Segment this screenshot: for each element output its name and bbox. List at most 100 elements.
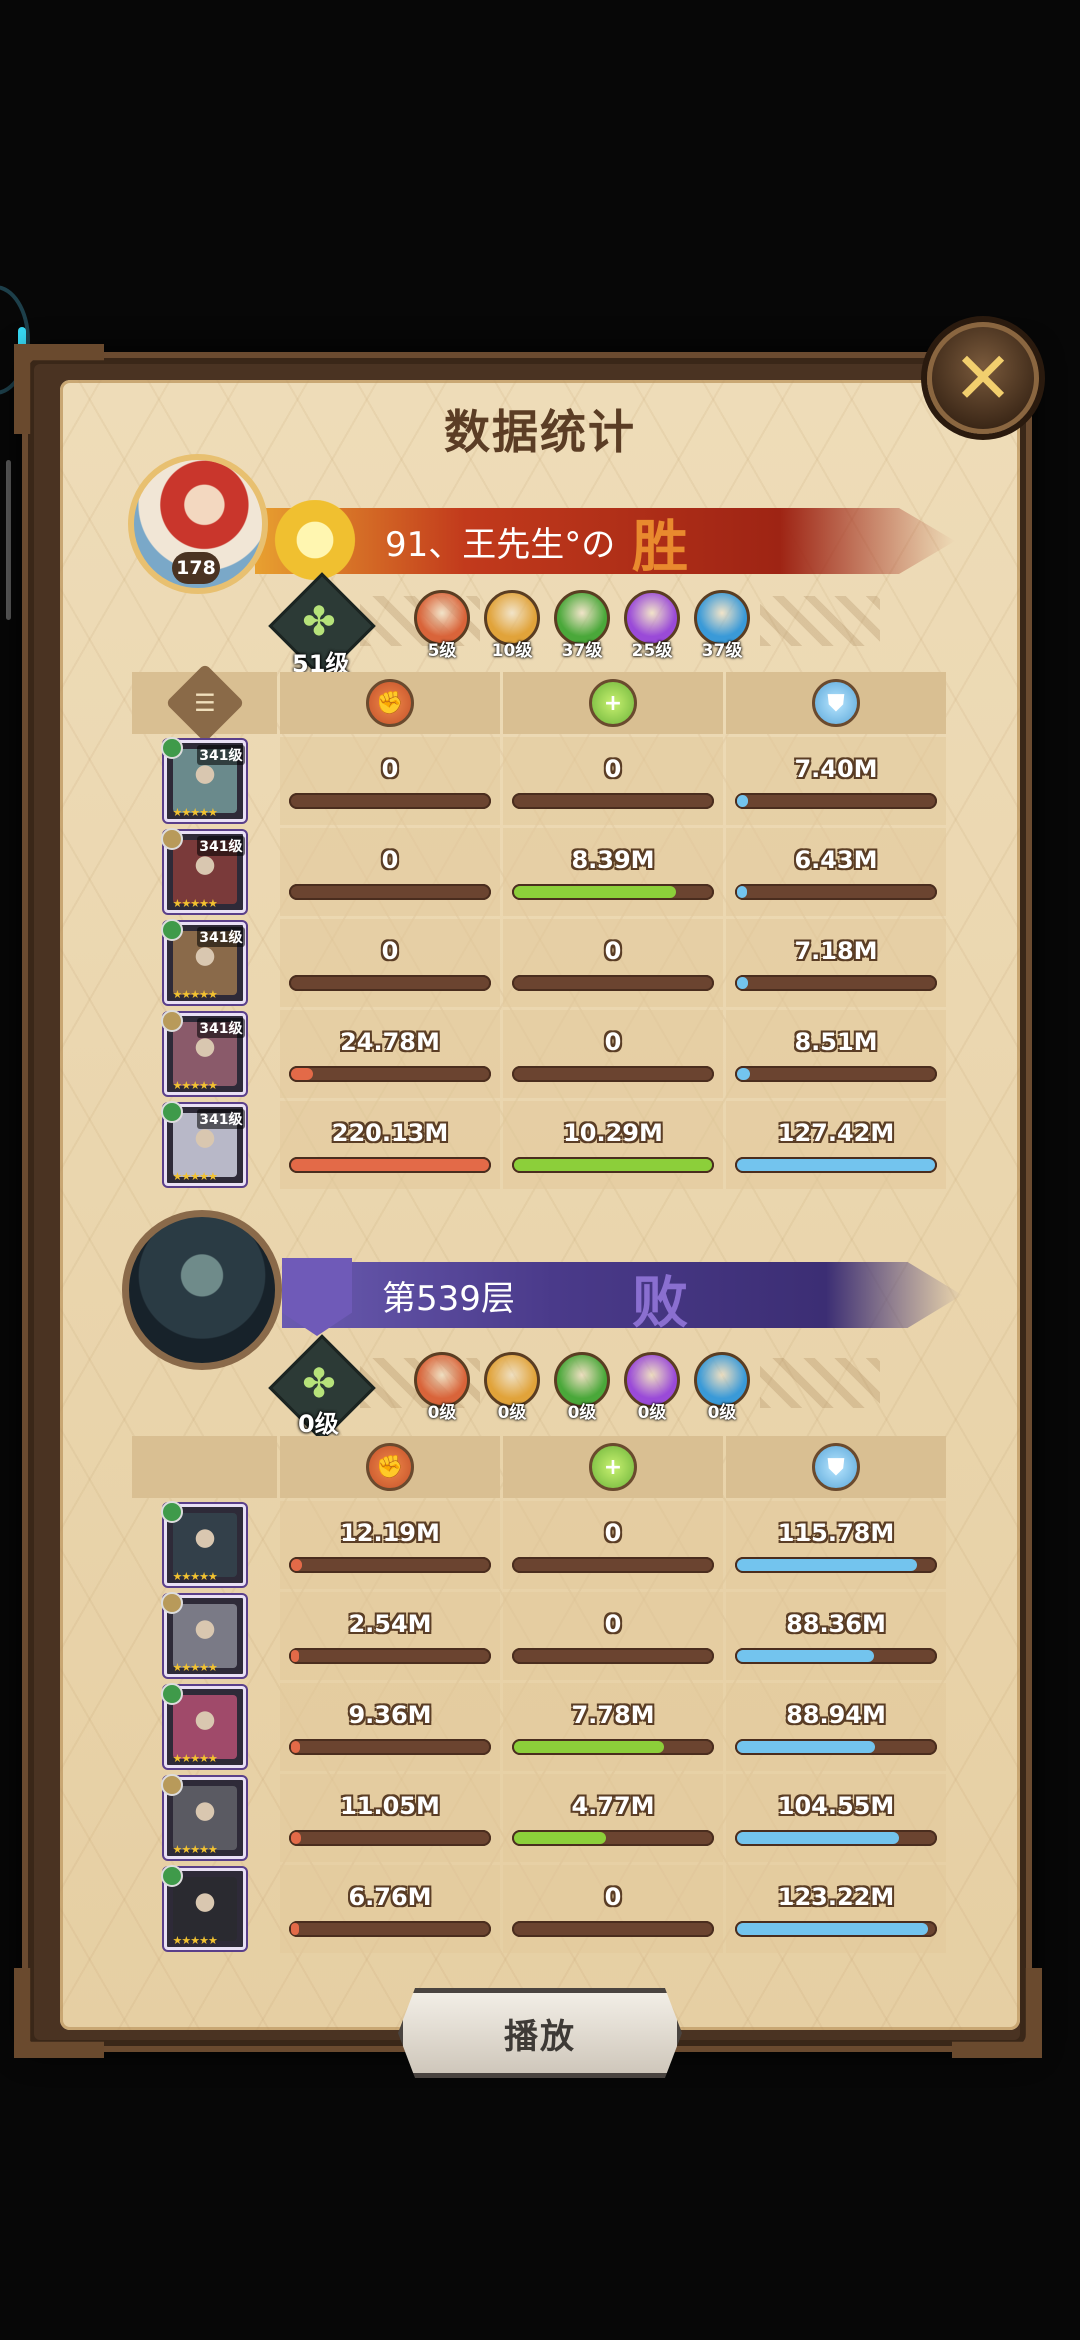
team2-avatar[interactable]: [122, 1210, 282, 1370]
hero-portrait[interactable]: ★★★★★: [160, 1592, 246, 1677]
damage-cell: 6.76M: [280, 1865, 500, 1953]
defense-bar-fill: [737, 1159, 935, 1171]
faction-badge-icon: [160, 1683, 183, 1705]
heal-bar: [512, 793, 714, 809]
team1-stats-table: ☰ ✊ + ⛊ ★★★★★ 341级 0 0 7.40M ★★★★★ 341级 0 8.39M 6…: [132, 663, 948, 1189]
hero-portrait[interactable]: ★★★★★ 341级: [160, 828, 246, 913]
star-rating-icon: ★★★★★: [172, 1170, 218, 1183]
defense-bar-fill: [737, 1068, 750, 1080]
heal-value: 0: [604, 1519, 622, 1547]
hero-portrait[interactable]: ★★★★★: [160, 1774, 246, 1859]
heal-value: 0: [604, 755, 622, 783]
damage-bar: [289, 1157, 491, 1173]
defense-value: 6.43M: [794, 846, 878, 874]
heal-cell: 10.29M: [503, 1101, 723, 1189]
hero-portrait[interactable]: ★★★★★ 341级: [160, 1010, 246, 1095]
tree-icon: ✤: [302, 599, 336, 645]
defense-bar: [735, 1648, 937, 1664]
faction-level: 25级: [631, 641, 673, 661]
heal-bar: [512, 1648, 714, 1664]
hero-portrait[interactable]: ★★★★★ 341级: [160, 919, 246, 1004]
star-rating-icon: ★★★★★: [172, 1934, 218, 1947]
table-row: ★★★★★ 9.36M 7.78M 88.94M: [132, 1683, 948, 1771]
hero-portrait[interactable]: ★★★★★: [160, 1683, 246, 1768]
team2-floor-name: 第539层: [382, 1278, 515, 1319]
damage-icon: ✊: [366, 1443, 414, 1491]
heal-value: 8.39M: [571, 846, 655, 874]
damage-bar: [289, 1830, 491, 1846]
hero-portrait[interactable]: ★★★★★ 341级: [160, 1101, 246, 1186]
faction-level: 5级: [427, 641, 457, 661]
heal-value: 7.78M: [571, 1701, 655, 1729]
table-row: ★★★★★ 341级 0 0 7.40M: [132, 737, 948, 825]
star-rating-icon: ★★★★★: [172, 1661, 218, 1674]
heal-bar: [512, 1157, 714, 1173]
star-rating-icon: ★★★★★: [172, 1570, 218, 1583]
defense-bar: [735, 1066, 937, 1082]
damage-value: 12.19M: [340, 1519, 440, 1547]
defense-bar: [735, 793, 937, 809]
faction-level: 37级: [561, 641, 603, 661]
heal-cell: 7.78M: [503, 1683, 723, 1771]
table-header: ☰ ✊ + ⛊: [132, 663, 948, 743]
hero-portrait[interactable]: ★★★★★: [160, 1865, 246, 1950]
team1-player-level: 178: [172, 552, 220, 584]
heal-value: 0: [604, 937, 622, 965]
defense-value: 104.55M: [777, 1792, 895, 1820]
defense-value: 88.94M: [786, 1701, 886, 1729]
scroll-indicator: [6, 460, 11, 620]
damage-bar: [289, 975, 491, 991]
heal-bar: [512, 1830, 714, 1846]
defense-bar: [735, 1921, 937, 1937]
damage-cell: 11.05M: [280, 1774, 500, 1862]
hero-level: 341级: [197, 745, 245, 765]
faction-badge-icon: [160, 1592, 183, 1614]
damage-bar: [289, 1739, 491, 1755]
heal-cell: 0: [503, 919, 723, 1007]
defense-value: 127.42M: [777, 1119, 895, 1147]
defense-cell: 6.43M: [726, 828, 946, 916]
page-title: 数据统计: [444, 405, 636, 459]
defense-bar-fill: [737, 795, 748, 807]
faction-badge-icon: [160, 1865, 183, 1887]
heal-icon: +: [589, 679, 637, 727]
defense-value: 123.22M: [777, 1883, 895, 1911]
defense-bar: [735, 1830, 937, 1846]
damage-cell: 0: [280, 919, 500, 1007]
heal-cell: 4.77M: [503, 1774, 723, 1862]
defense-bar: [735, 1739, 937, 1755]
damage-bar-fill: [291, 1559, 302, 1571]
star-rating-icon: ★★★★★: [172, 1843, 218, 1856]
play-button[interactable]: 播放: [398, 1988, 682, 2078]
star-rating-icon: ★★★★★: [172, 988, 218, 1001]
faction-level: 0级: [427, 1403, 457, 1423]
damage-bar-fill: [291, 1741, 300, 1753]
heal-bar: [512, 1921, 714, 1937]
faction-level: 0级: [707, 1403, 737, 1423]
damage-cell: 0: [280, 828, 500, 916]
hero-level: 341级: [197, 927, 245, 947]
heal-bar: [512, 1066, 714, 1082]
hero-level: 341级: [197, 836, 245, 856]
damage-bar: [289, 1648, 491, 1664]
heal-cell: 0: [503, 1592, 723, 1680]
table-row: ★★★★★ 341级 220.13M 10.29M 127.42M: [132, 1101, 948, 1189]
defense-value: 88.36M: [786, 1610, 886, 1638]
hero-portrait[interactable]: ★★★★★ 341级: [160, 737, 246, 822]
defense-bar-fill: [737, 1559, 917, 1571]
defense-cell: 88.36M: [726, 1592, 946, 1680]
defense-bar-fill: [737, 1741, 875, 1753]
heal-bar-fill: [514, 1832, 606, 1844]
faction-badge-icon: [160, 1101, 183, 1123]
damage-bar: [289, 1921, 491, 1937]
defense-cell: 7.40M: [726, 737, 946, 825]
heal-value: 4.77M: [571, 1792, 655, 1820]
faction-badge-icon: [160, 1010, 183, 1032]
heal-cell: 8.39M: [503, 828, 723, 916]
defense-cell: 7.18M: [726, 919, 946, 1007]
defense-bar-fill: [737, 1923, 928, 1935]
hero-portrait[interactable]: ★★★★★: [160, 1501, 246, 1586]
damage-bar-fill: [291, 1650, 299, 1662]
faction-level: 0级: [497, 1403, 527, 1423]
victory-emblem-icon: [255, 500, 375, 580]
